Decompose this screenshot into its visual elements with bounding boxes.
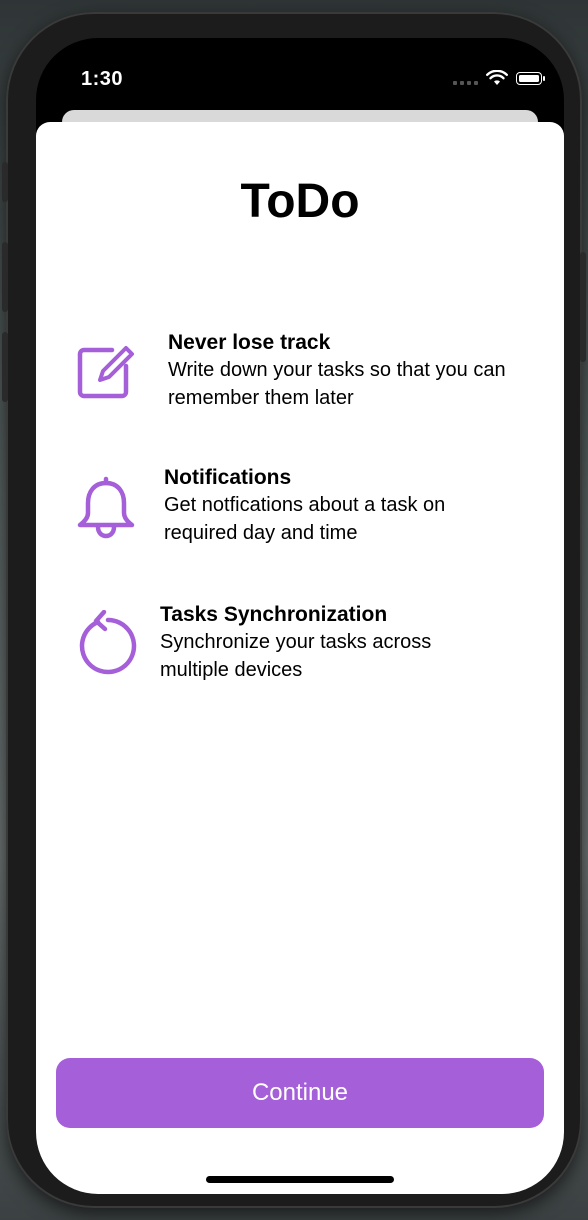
wifi-icon [486, 70, 508, 85]
feature-never-lose-track: Never lose track Write down your tasks s… [74, 330, 508, 412]
volume-down-button [2, 332, 8, 402]
feature-description: Get notfications about a task on require… [164, 494, 446, 544]
feature-synchronization: Tasks Synchronization Synchronize your t… [74, 602, 500, 684]
bell-icon [74, 475, 138, 539]
volume-up-button [2, 242, 8, 312]
phone-frame: 1:30 ToDo Never lose track Write down yo… [2, 12, 586, 1208]
status-time: 1:30 [81, 68, 124, 90]
compose-icon [74, 340, 138, 404]
feature-description: Synchronize your tasks across multiple d… [160, 631, 432, 681]
feature-title: Notifications [164, 466, 292, 489]
app-title: ToDo [240, 175, 360, 228]
feature-notifications: Notifications Get notfications about a t… [74, 465, 504, 547]
battery-icon [516, 71, 545, 85]
power-button [580, 252, 586, 362]
status-indicators [453, 70, 545, 86]
onboarding-sheet: ToDo Never lose track Write down your ta… [36, 122, 564, 1194]
continue-button[interactable]: Continue [56, 1058, 544, 1128]
sync-icon [74, 610, 138, 676]
home-indicator[interactable] [206, 1176, 394, 1183]
notch [154, 38, 446, 90]
feature-title: Tasks Synchronization [160, 603, 388, 626]
cellular-signal-icon [453, 71, 478, 85]
mute-switch [2, 162, 8, 202]
feature-description: Write down your tasks so that you can re… [168, 359, 506, 409]
feature-title: Never lose track [168, 331, 331, 354]
phone-screen: 1:30 ToDo Never lose track Write down yo… [36, 38, 564, 1194]
